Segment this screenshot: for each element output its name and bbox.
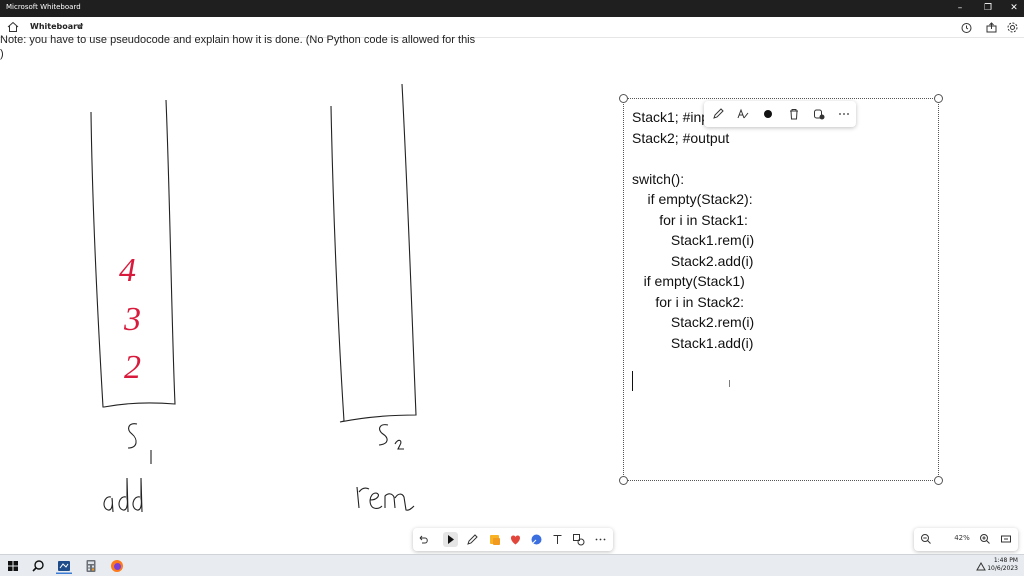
code-line[interactable]: Stack1.rem(i) [632, 230, 754, 251]
text-style-icon[interactable] [736, 107, 750, 121]
text-box[interactable]: Stack1; #input Stack2; #output switch(): … [619, 94, 943, 485]
text-icon[interactable] [550, 532, 565, 547]
stack1-item-2[interactable]: 2 [124, 351, 141, 385]
more-icon[interactable] [593, 532, 608, 547]
shapes-icon[interactable] [529, 532, 544, 547]
code-line[interactable]: for i in Stack2: [632, 292, 754, 313]
undo-icon[interactable] [416, 532, 431, 547]
resize-handle-bottom-left[interactable] [619, 476, 628, 485]
stack2-outline [330, 83, 417, 423]
resize-handle-top-left[interactable] [619, 94, 628, 103]
stack1-item-3[interactable]: 3 [124, 303, 141, 337]
clock-time: 1:48 PM [993, 557, 1018, 564]
whiteboard-app-icon[interactable] [56, 558, 72, 574]
windows-taskbar: 1:48 PM 10/6/2023 [0, 554, 1024, 576]
zoom-out-icon[interactable] [919, 532, 933, 546]
firefox-app-icon[interactable] [109, 558, 125, 574]
code-line[interactable] [632, 148, 754, 169]
code-line[interactable]: if empty(Stack1) [632, 271, 754, 292]
close-button[interactable]: ✕ [1000, 0, 1024, 17]
more-shapes-icon[interactable] [571, 532, 586, 547]
reaction-icon[interactable] [508, 532, 523, 547]
home-icon[interactable] [6, 20, 20, 34]
network-icon[interactable] [976, 561, 986, 571]
minimize-button[interactable]: – [946, 0, 974, 17]
windows-start-icon[interactable] [5, 558, 21, 574]
window-title: Microsoft Whiteboard [6, 3, 81, 11]
stack1-op-drawing [103, 477, 143, 513]
pseudocode-text[interactable]: Stack1; #input Stack2; #output switch(): … [632, 107, 754, 353]
ibeam-cursor-icon: I [728, 379, 731, 390]
copy-icon[interactable] [812, 107, 826, 121]
calculator-app-icon[interactable] [83, 558, 99, 574]
select-icon[interactable] [443, 532, 458, 547]
chevron-down-icon[interactable] [75, 21, 85, 31]
pen-edit-icon[interactable] [711, 107, 725, 121]
code-line[interactable]: if empty(Stack2): [632, 189, 754, 210]
more-icon[interactable] [837, 107, 851, 121]
window-title-bar: Microsoft Whiteboard – ❐ ✕ [0, 0, 1024, 17]
code-line[interactable]: Stack2.rem(i) [632, 312, 754, 333]
color-dot-icon[interactable] [761, 107, 775, 121]
code-line[interactable]: Stack2; #output [632, 128, 754, 149]
zoom-in-icon[interactable] [978, 532, 992, 546]
restore-button[interactable]: ❐ [974, 0, 1002, 17]
resize-handle-bottom-right[interactable] [934, 476, 943, 485]
sticky-note-icon[interactable] [487, 532, 502, 547]
delete-icon[interactable] [787, 107, 801, 121]
bottom-toolbar [413, 528, 613, 551]
code-line[interactable]: for i in Stack1: [632, 210, 754, 231]
search-icon[interactable] [30, 558, 46, 574]
stack2-op-drawing [356, 486, 415, 511]
zoom-control: 42% [914, 528, 1018, 551]
whiteboard-app: Microsoft Whiteboard – ❐ ✕ Whiteboard No… [0, 0, 1024, 576]
settings-icon[interactable] [1006, 21, 1019, 34]
stack1-label-drawing [127, 423, 152, 464]
context-toolbar [704, 101, 856, 127]
share-icon[interactable] [985, 21, 998, 34]
taskbar-clock[interactable]: 1:48 PM 10/6/2023 [987, 557, 1018, 573]
code-line[interactable]: Stack2.add(i) [632, 251, 754, 272]
clock-date: 10/6/2023 [987, 565, 1018, 572]
stack2-label-drawing [378, 424, 404, 450]
stack1-item-4[interactable]: 4 [119, 254, 136, 288]
code-line[interactable]: switch(): [632, 169, 754, 190]
pen-icon[interactable] [465, 532, 480, 547]
zoom-level[interactable]: 42% [947, 534, 977, 542]
fit-to-screen-icon[interactable] [999, 532, 1013, 546]
code-line[interactable]: Stack1.add(i) [632, 333, 754, 354]
whiteboard-canvas[interactable]: Note: you have to use pseudocode and exp… [0, 34, 1024, 554]
resize-handle-top-right[interactable] [934, 94, 943, 103]
timer-icon[interactable] [960, 21, 973, 34]
text-caret [632, 371, 633, 391]
